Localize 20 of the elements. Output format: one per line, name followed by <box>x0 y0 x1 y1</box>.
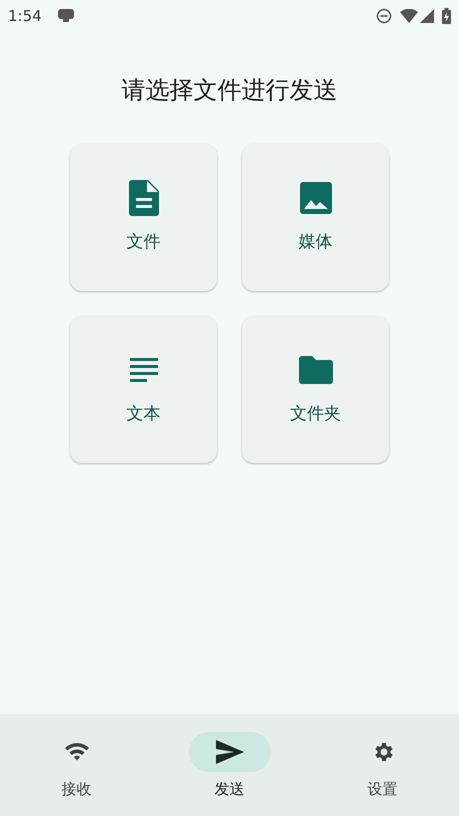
option-card[interactable]: 文本 <box>70 316 217 463</box>
text-lines-icon <box>130 358 158 382</box>
document-icon <box>128 180 158 216</box>
image-icon <box>300 182 332 214</box>
do-not-disturb-icon <box>376 8 392 24</box>
page-title: 请选择文件进行发送 <box>122 75 338 106</box>
cell-signal-icon <box>420 9 434 23</box>
option-card[interactable]: 媒体 <box>242 144 389 291</box>
folder-icon <box>298 356 332 384</box>
nav-item[interactable]: 接收 <box>0 714 153 816</box>
wifi-icon <box>64 742 90 762</box>
send-icon <box>216 740 244 764</box>
nav-item[interactable]: 设置 <box>306 714 459 816</box>
battery-icon <box>442 8 451 24</box>
option-card[interactable]: 文件 <box>70 144 217 291</box>
option-card[interactable]: 文件夹 <box>242 316 389 463</box>
notification-icon <box>58 9 74 23</box>
nav-item[interactable]: 发送 <box>153 714 306 816</box>
wifi-signal-icon <box>400 9 418 23</box>
status-time: 1:54 <box>8 6 42 27</box>
